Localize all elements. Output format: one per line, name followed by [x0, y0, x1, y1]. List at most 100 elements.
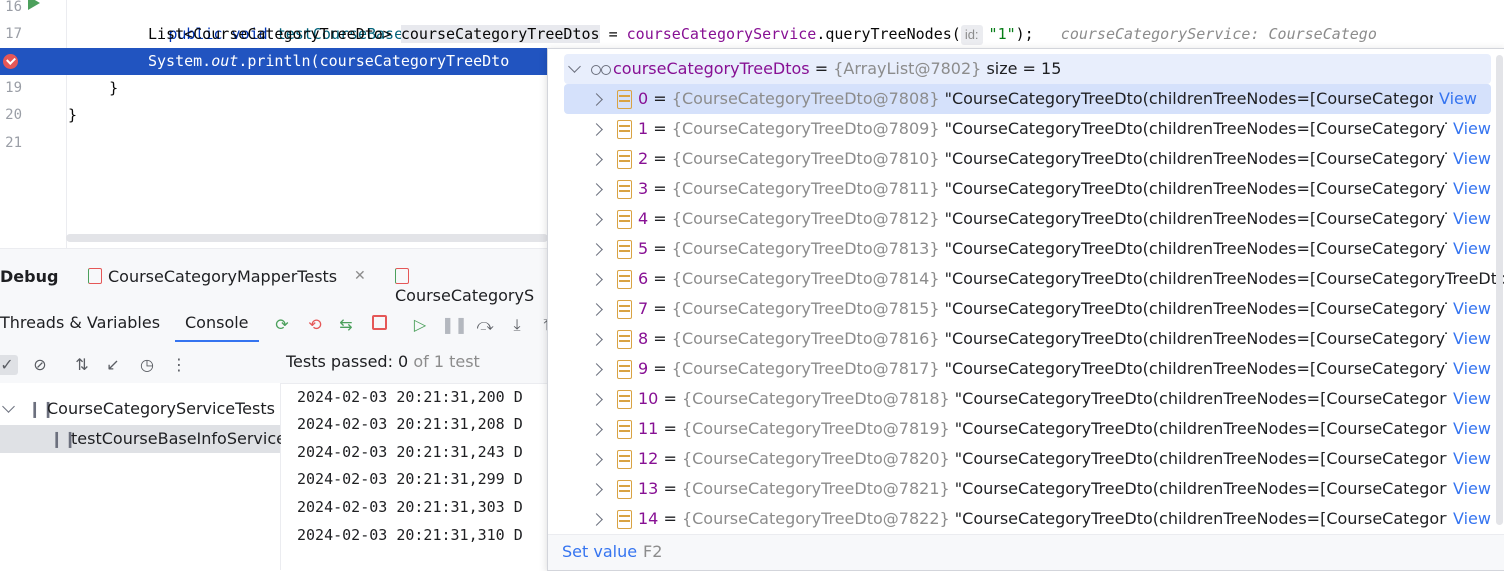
popup-item-row[interactable]: 5 = {CourseCategoryTreeDto@7813} "Course… [548, 234, 1504, 264]
item-index: 4 [638, 209, 649, 228]
popup-item-row[interactable]: 7 = {CourseCategoryTreeDto@7815} "Course… [548, 294, 1504, 324]
item-index: 12 [638, 449, 659, 468]
sort-icon[interactable]: ⇅ [71, 355, 93, 375]
item-value: 13 = {CourseCategoryTreeDto@7821} "Cours… [638, 479, 1495, 498]
code-line-17[interactable]: 17 List<CourseCategoryTreeDto> courseCat… [0, 21, 1504, 48]
chevron-right-icon[interactable] [590, 213, 603, 226]
item-value: 12 = {CourseCategoryTreeDto@7820} "Cours… [638, 449, 1495, 468]
chevron-down-icon[interactable] [568, 60, 581, 73]
chevron-right-icon[interactable] [590, 513, 603, 526]
chevron-right-icon[interactable] [590, 303, 603, 316]
chevron-right-icon[interactable] [590, 153, 603, 166]
step-into-icon[interactable]: ⤓ [506, 315, 528, 335]
run-tab-mapper-tests[interactable]: CourseCategoryMapperTests [88, 267, 337, 286]
item-ref: {CourseCategoryTreeDto@7821} [681, 479, 950, 498]
breakpoint-icon[interactable] [3, 54, 18, 69]
console-output[interactable]: 2024-02-03 20:21:31,200 D 2024-02-03 20:… [281, 383, 548, 571]
popup-item-row[interactable]: 12 = {CourseCategoryTreeDto@7820} "Cours… [548, 444, 1504, 474]
watch-glasses-icon [591, 65, 613, 75]
variable-highlight[interactable]: courseCategoryTreeDtos [400, 25, 600, 43]
item-ref: {CourseCategoryTreeDto@7811} [671, 179, 940, 198]
popup-item-row[interactable]: 3 = {CourseCategoryTreeDto@7811} "Course… [548, 174, 1504, 204]
code-token: List<CourseCategoryTreeDto> [148, 25, 401, 43]
set-value-link[interactable]: Set value [562, 535, 637, 569]
collapse-icon[interactable]: ↙ [102, 355, 124, 375]
line-number: 21 [5, 135, 22, 151]
test-tree-item-method[interactable]: ❙❙ testCourseBaseInfoService [0, 425, 286, 453]
popup-item-row[interactable]: 9 = {CourseCategoryTreeDto@7817} "Course… [548, 354, 1504, 384]
step-over-icon[interactable]: ⤼ [474, 315, 496, 335]
item-string-value: "CourseCategoryTreeDto(childrenTreeNodes… [954, 389, 1495, 408]
item-ref: {CourseCategoryTreeDto@7810} [671, 149, 940, 168]
rerun-icon[interactable]: ⟳ [271, 315, 293, 335]
tab-threads-variables[interactable]: Threads & Variables [0, 313, 160, 332]
pause-icon[interactable]: ❚❚ [441, 315, 468, 335]
item-ref: {CourseCategoryTreeDto@7813} [671, 239, 940, 258]
chevron-right-icon[interactable] [590, 93, 603, 106]
debugger-value-popup: courseCategoryTreeDtos = {ArrayList@7802… [547, 48, 1504, 571]
chevron-right-icon[interactable] [590, 393, 603, 406]
chevron-right-icon[interactable] [590, 123, 603, 136]
code-line-16[interactable]: 16 public void testCourseBaseInfoService… [0, 0, 1504, 43]
code-token: = [599, 25, 627, 43]
test-label: CourseCategoryServiceTests [47, 399, 275, 418]
chevron-right-icon[interactable] [590, 483, 603, 496]
chevron-right-icon[interactable] [590, 363, 603, 376]
show-ignored-icon[interactable]: ⊘ [29, 355, 51, 375]
item-string-value: "CourseCategoryTreeDto(childrenTreeNodes… [944, 329, 1485, 348]
debug-tab-bar: Debug CourseCategoryMapperTests ✕ Course… [0, 249, 548, 305]
chevron-down-icon[interactable] [2, 400, 15, 413]
tab-console[interactable]: Console [175, 313, 258, 342]
object-field-icon [617, 120, 632, 139]
popup-item-row[interactable]: 14 = {CourseCategoryTreeDto@7822} "Cours… [548, 504, 1504, 534]
test-run-icon [395, 268, 409, 284]
item-string-value: "CourseCategoryTreeDto(childrenTreeNodes… [954, 479, 1495, 498]
item-value: 0 = {CourseCategoryTreeDto@7808} "Course… [638, 89, 1485, 108]
editor-horizontal-scrollbar[interactable] [66, 234, 548, 242]
console-line: 2024-02-03 20:21:31,299 D [297, 470, 523, 488]
history-icon[interactable]: ◷ [136, 355, 158, 375]
item-string-value: "CourseCategoryTreeDto(childrenTreeNodes… [944, 239, 1485, 258]
view-link[interactable]: View [1433, 84, 1491, 114]
item-value: 11 = {CourseCategoryTreeDto@7819} "Cours… [638, 419, 1495, 438]
item-ref: {CourseCategoryTreeDto@7819} [681, 419, 950, 438]
set-value-shortcut: F2 [643, 542, 663, 561]
test-tree-item-class[interactable]: ❙❙ CourseCategoryServiceTests [0, 395, 280, 423]
tests-total: of 1 test [408, 352, 480, 371]
popup-item-row[interactable]: 6 = {CourseCategoryTreeDto@7814} "Course… [548, 264, 1504, 294]
rerun-failed-icon[interactable]: ⟲ [304, 315, 326, 335]
close-icon[interactable]: ✕ [354, 268, 366, 284]
debug-subtabs: Threads & Variables Console ⟳ ⟲ ⇆ ▷ ❚❚ ⤼… [0, 305, 551, 342]
toggle-auto-test-icon[interactable]: ⇆ [335, 315, 357, 335]
popup-item-row[interactable]: 10 = {CourseCategoryTreeDto@7818} "Cours… [548, 384, 1504, 414]
chevron-right-icon[interactable] [590, 273, 603, 286]
chevron-right-icon[interactable] [590, 423, 603, 436]
popup-item-row[interactable]: 2 = {CourseCategoryTreeDto@7810} "Course… [548, 144, 1504, 174]
object-field-icon [617, 480, 632, 499]
popup-item-row[interactable]: 11 = {CourseCategoryTreeDto@7819} "Cours… [548, 414, 1504, 444]
item-value: 2 = {CourseCategoryTreeDto@7810} "Course… [638, 149, 1485, 168]
object-field-icon [617, 90, 632, 109]
item-string-value: "CourseCategoryTreeDto(childrenTreeNodes… [944, 89, 1485, 108]
chevron-right-icon[interactable] [590, 243, 603, 256]
show-passed-icon[interactable]: ✓ [0, 355, 18, 375]
item-index: 10 [638, 389, 659, 408]
code-token: "1" [988, 25, 1016, 43]
more-options-icon[interactable]: ⋮ [168, 355, 190, 375]
run-test-icon[interactable] [28, 0, 40, 10]
chevron-right-icon[interactable] [590, 183, 603, 196]
run-tab-service-tests[interactable]: CourseCategoryS [395, 267, 548, 305]
popup-item-row[interactable]: 4 = {CourseCategoryTreeDto@7812} "Course… [548, 204, 1504, 234]
popup-item-row[interactable]: 13 = {CourseCategoryTreeDto@7821} "Cours… [548, 474, 1504, 504]
popup-item-row[interactable]: 8 = {CourseCategoryTreeDto@7816} "Course… [548, 324, 1504, 354]
popup-root-row[interactable]: courseCategoryTreeDtos = {ArrayList@7802… [564, 54, 1491, 84]
line-number: 17 [5, 26, 22, 42]
chevron-right-icon[interactable] [590, 333, 603, 346]
popup-item-row[interactable]: 1 = {CourseCategoryTreeDto@7809} "Course… [548, 114, 1504, 144]
resume-icon[interactable]: ▷ [409, 315, 431, 335]
item-string-value: "CourseCategoryTreeDto(childrenTreeNodes… [944, 299, 1485, 318]
stop-icon[interactable] [368, 315, 390, 335]
popup-vertical-scrollbar[interactable] [1496, 55, 1503, 525]
popup-item-row[interactable]: 0 = {CourseCategoryTreeDto@7808} "Course… [564, 84, 1491, 114]
chevron-right-icon[interactable] [590, 453, 603, 466]
